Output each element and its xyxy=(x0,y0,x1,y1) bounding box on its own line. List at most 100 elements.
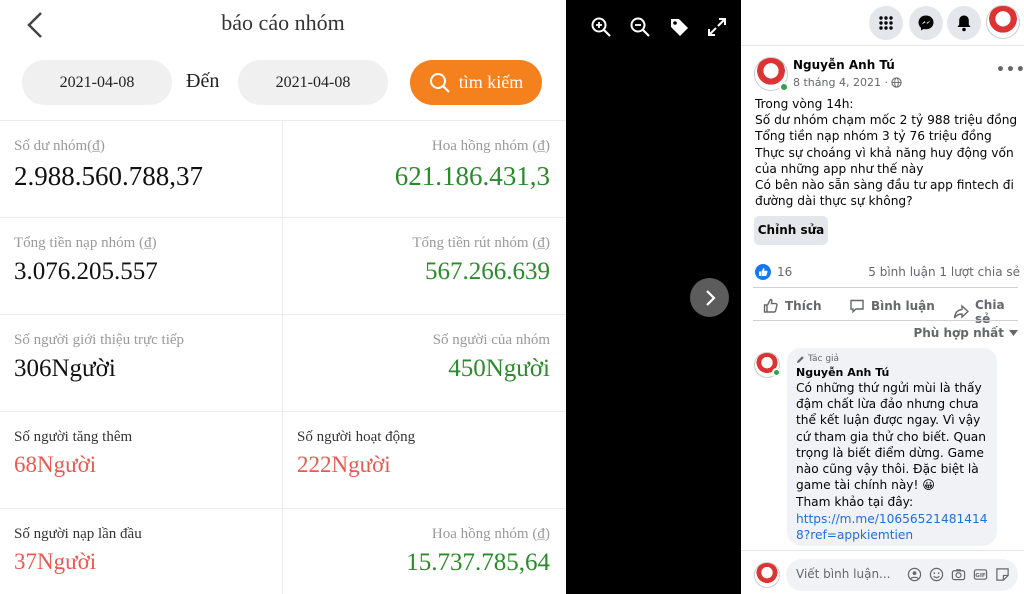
cell-label: Hoa hồng nhóm (₫) xyxy=(431,138,550,154)
fullscreen-icon[interactable] xyxy=(706,16,728,38)
post-author-name[interactable]: Nguyễn Anh Tú xyxy=(793,58,895,72)
report-row: Số dư nhóm(₫) 2.988.560.788,37 Hoa hồng … xyxy=(0,120,566,218)
report-cell-total-withdraw: Tổng tiền rút nhóm (₫) 567.266.639 xyxy=(283,218,566,315)
divider xyxy=(753,287,1018,288)
emoji-icon[interactable] xyxy=(929,567,944,582)
post-date[interactable]: 8 tháng 4, 2021 · xyxy=(793,76,902,89)
author-badge: Tác giả xyxy=(796,354,988,364)
like-label: Thích xyxy=(785,299,822,313)
cell-value: 37Người xyxy=(14,549,97,574)
report-cell-direct-referrals: Số người giới thiệu trực tiếp 306Người xyxy=(0,315,283,412)
cell-value: 3.076.205.557 xyxy=(14,258,158,285)
like-button[interactable]: Thích xyxy=(763,298,822,314)
report-row: Số người tăng thêm 68Người Số người hoạt… xyxy=(0,411,566,509)
comment-bubble: Tác giả Nguyễn Anh Tú Có những thứ ngửi … xyxy=(787,348,997,546)
date-from-field[interactable]: 2021-04-08 xyxy=(22,60,172,105)
cell-value: 306Người xyxy=(14,355,116,382)
report-cell-new-members: Số người tăng thêm 68Người xyxy=(0,412,283,509)
report-row: Số người giới thiệu trực tiếp 306Người S… xyxy=(0,314,566,412)
report-row: Tổng tiền nạp nhóm (₫) 3.076.205.557 Tổn… xyxy=(0,217,566,315)
search-button-label: tìm kiếm xyxy=(458,72,524,92)
comment-icon xyxy=(850,299,864,314)
reactions-summary[interactable]: 16 xyxy=(755,264,792,280)
date-to-field[interactable]: 2021-04-08 xyxy=(238,60,388,105)
more-options-icon[interactable]: ••• xyxy=(996,62,1024,78)
cell-value: 567.266.639 xyxy=(425,258,550,285)
report-cell-total-deposit: Tổng tiền nạp nhóm (₫) 3.076.205.557 xyxy=(0,218,283,315)
comment-button[interactable]: Bình luận xyxy=(849,298,935,314)
share-label: Chia sẻ xyxy=(975,298,1005,326)
chevron-right-icon xyxy=(705,289,716,306)
post-actions: Thích Bình luận Chia sẻ xyxy=(741,294,1024,326)
cell-label: Số người của nhóm xyxy=(432,332,550,348)
edit-post-button[interactable]: Chỉnh sửa xyxy=(754,216,828,245)
zoom-out-icon[interactable] xyxy=(629,16,651,38)
online-status-dot xyxy=(779,82,789,92)
pencil-icon xyxy=(796,355,804,363)
post-line: Trong vòng 14h: xyxy=(755,97,854,111)
svg-text:GIF: GIF xyxy=(975,573,986,579)
messenger-button[interactable] xyxy=(909,6,943,40)
search-button[interactable]: tìm kiếm xyxy=(410,60,542,105)
facebook-post-panel: Nguyễn Anh Tú 8 tháng 4, 2021 · ••• Tron… xyxy=(741,0,1024,594)
notification-bell-icon xyxy=(957,15,971,32)
report-cell-group-commission: Hoa hồng nhóm (₫) 621.186.431,3 xyxy=(283,121,566,218)
top-bar xyxy=(741,0,1024,46)
report-cell-active-members: Số người hoạt động 222Người xyxy=(283,412,566,509)
cell-value: 2.988.560.788,37 xyxy=(14,161,203,191)
next-photo-button[interactable] xyxy=(690,278,729,317)
report-cell-group-balance: Số dư nhóm(₫) 2.988.560.788,37 xyxy=(0,121,283,218)
comment-link[interactable]: https://m.me/106565214814148?ref=appkiem… xyxy=(796,511,988,543)
comment-label: Bình luận xyxy=(871,299,935,313)
report-cell-group-members: Số người của nhóm 450Người xyxy=(283,315,566,412)
comment-sort-dropdown[interactable]: Phù hợp nhất xyxy=(913,326,1018,340)
post-date-text: 8 tháng 4, 2021 · xyxy=(793,76,888,89)
photo-viewer xyxy=(566,0,741,594)
comment-ref-label: Tham khảo tại đây: xyxy=(796,495,914,510)
globe-icon xyxy=(891,77,902,88)
menu-grid-icon xyxy=(879,16,893,30)
online-status-dot xyxy=(772,368,781,377)
camera-icon[interactable] xyxy=(951,567,966,582)
comment-input[interactable]: Viết bình luận... GIF xyxy=(786,559,1018,591)
composer-icons: GIF xyxy=(907,567,1010,582)
profile-avatar[interactable] xyxy=(986,5,1020,39)
cell-label: Số dư nhóm(₫) xyxy=(14,138,105,154)
report-cell-commission-2: Hoa hồng nhóm (₫) 15.737.785,64 xyxy=(283,509,566,594)
like-icon xyxy=(763,298,778,313)
cell-value: 15.737.785,64 xyxy=(406,549,550,576)
share-button[interactable]: Chia sẻ xyxy=(953,298,1024,326)
zoom-in-icon[interactable] xyxy=(590,16,612,38)
sort-label: Phù hợp nhất xyxy=(913,326,1004,340)
sticker-icon[interactable] xyxy=(995,567,1010,582)
tag-icon[interactable] xyxy=(668,16,690,38)
avatar-sticker-icon[interactable] xyxy=(907,567,922,582)
gif-icon[interactable]: GIF xyxy=(973,567,988,582)
cell-label: Tổng tiền nạp nhóm (₫) xyxy=(14,235,157,251)
report-row: Số người nạp lần đầu 37Người Hoa hồng nh… xyxy=(0,508,566,594)
cell-value: 222Người xyxy=(297,452,391,477)
cell-value: 68Người xyxy=(14,452,97,477)
search-icon xyxy=(429,72,450,93)
post-line: Có bên nào sẵn sàng đầu tư app fintech đ… xyxy=(755,178,1014,209)
comment-share-counts[interactable]: 5 bình luận 1 lượt chia sẻ xyxy=(868,265,1020,279)
cell-label: Số người tăng thêm xyxy=(14,429,133,445)
divider xyxy=(753,320,1018,321)
cell-label: Số người giới thiệu trực tiếp xyxy=(14,332,185,348)
report-grid: Số dư nhóm(₫) 2.988.560.788,37 Hoa hồng … xyxy=(0,120,566,594)
report-cell-first-deposit: Số người nạp lần đầu 37Người xyxy=(0,509,283,594)
comment-author-name[interactable]: Nguyễn Anh Tú xyxy=(796,366,988,379)
cell-value: 450Người xyxy=(448,355,550,382)
cell-label: Số người hoạt động xyxy=(297,429,416,445)
page-title: báo cáo nhóm xyxy=(221,10,345,35)
notifications-button[interactable] xyxy=(947,6,981,40)
menu-grid-button[interactable] xyxy=(869,6,903,40)
group-report-screen: báo cáo nhóm 2021-04-08 Đến 2021-04-08 t… xyxy=(0,0,566,594)
to-label: Đến xyxy=(186,70,220,92)
comment-placeholder: Viết bình luận... xyxy=(796,567,891,581)
cell-value: 621.186.431,3 xyxy=(394,161,550,191)
my-avatar xyxy=(754,562,780,588)
post-line: Thực sự choáng vì khả năng huy động vốn … xyxy=(755,145,1014,176)
comment-text: Có những thứ ngửi mùi là thấy đậm chất l… xyxy=(796,381,986,493)
author-badge-text: Tác giả xyxy=(808,354,840,364)
